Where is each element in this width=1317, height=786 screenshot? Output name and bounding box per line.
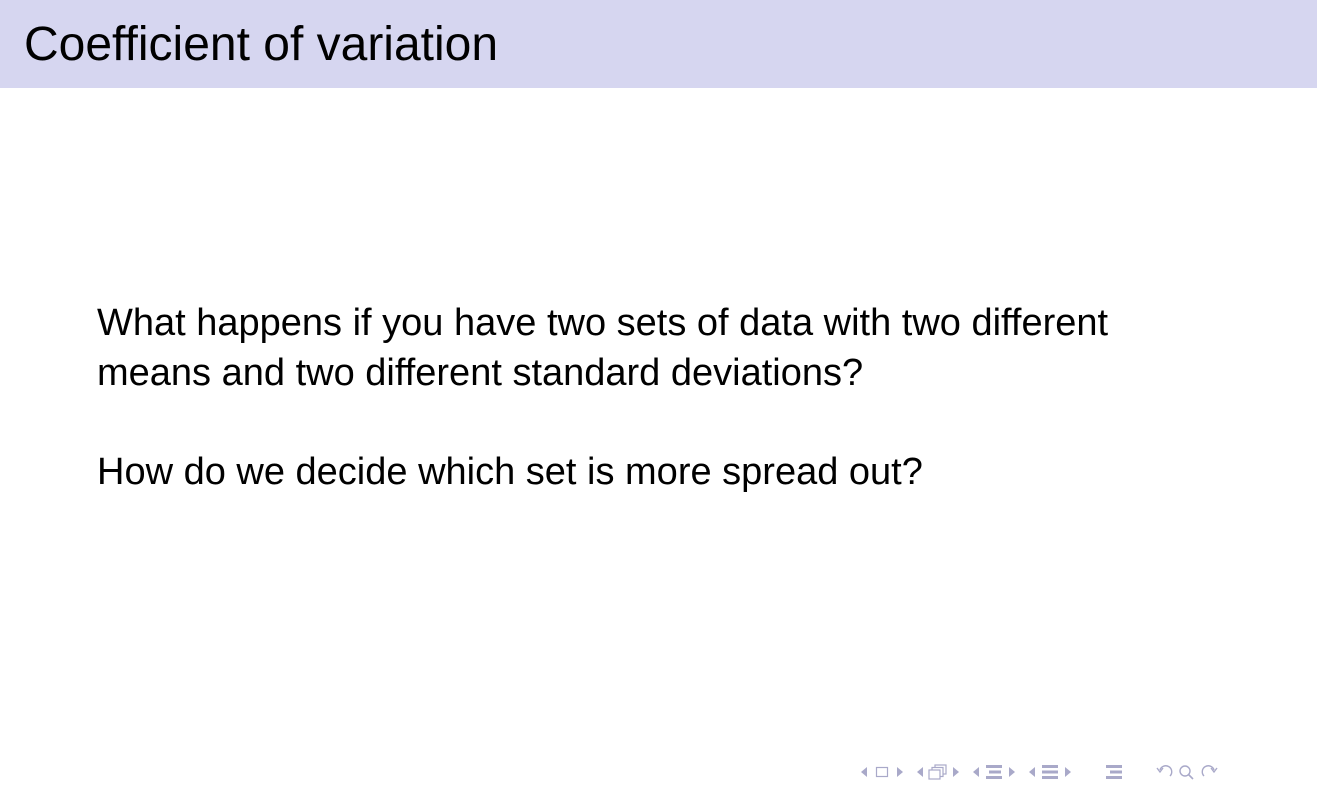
next-section-icon[interactable] [1064,762,1072,782]
nav-group-frame [914,762,962,782]
nav-group-appendix [1102,762,1126,782]
previous-subsection-icon[interactable] [972,762,980,782]
previous-frame-icon[interactable] [916,762,924,782]
section-icon[interactable] [1040,762,1060,782]
body-paragraph-followup: How do we decide which set is more sprea… [97,451,923,493]
beamer-navigation-bar [858,762,1220,782]
nav-group-slide [858,762,906,782]
nav-group-section [1026,762,1074,782]
title-bar: Coefficient of variation [0,0,1317,88]
subsection-icon[interactable] [984,762,1004,782]
appendix-icon[interactable] [1104,762,1124,782]
forward-icon[interactable] [1200,762,1218,782]
next-subsection-icon[interactable] [1008,762,1016,782]
slide-title: Coefficient of variation [24,18,499,71]
previous-section-icon[interactable] [1028,762,1036,782]
nav-group-history [1154,762,1220,782]
next-frame-icon[interactable] [952,762,960,782]
back-icon[interactable] [1156,762,1174,782]
next-slide-icon[interactable] [896,762,904,782]
slide-icon[interactable] [872,762,892,782]
nav-group-subsection [970,762,1018,782]
body-paragraph-question: What happens if you have two sets of dat… [97,302,1109,394]
search-icon[interactable] [1178,762,1196,782]
frame-icon[interactable] [928,762,948,782]
previous-slide-icon[interactable] [860,762,868,782]
slide: Coefficient of variation What happens if… [0,0,1317,786]
